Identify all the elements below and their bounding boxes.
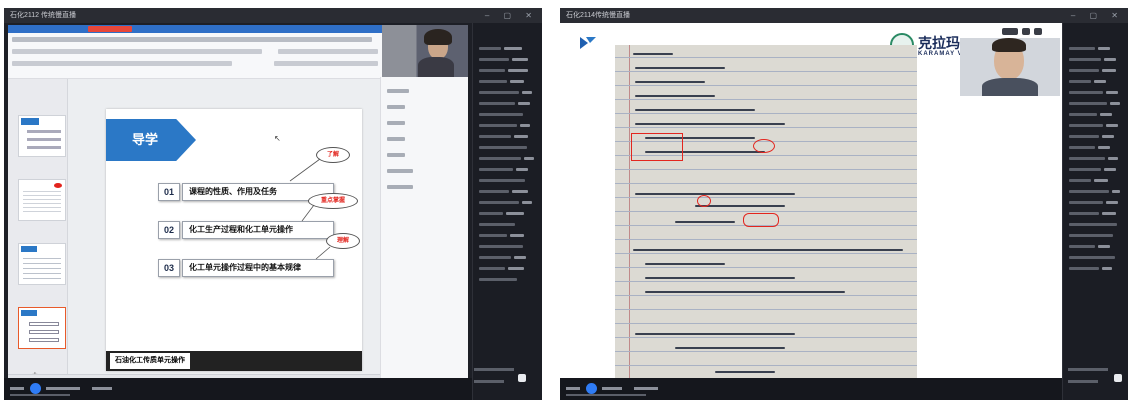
- screen-share-ppt: + 导学 01 课程的性质、作用及任务 02 化工生产过程和化工单元操作 03 …: [8, 25, 384, 386]
- chat-panel: [1062, 23, 1128, 400]
- ribbon-labels-row-2: [274, 61, 378, 66]
- bottom-toolbar: [560, 378, 1062, 400]
- chat-title-placeholder: [473, 23, 542, 37]
- user-avatar[interactable]: [585, 383, 597, 394]
- mouse-cursor-icon: ↖: [274, 134, 281, 143]
- user-avatar[interactable]: [29, 383, 41, 394]
- teacher-camera: [382, 25, 468, 77]
- window-controls[interactable]: – ▢ ✕: [485, 8, 538, 23]
- ribbon-menu-row: [12, 37, 372, 42]
- chat-title-placeholder: [1063, 23, 1128, 37]
- title-bar: 石化2114传统慢直播: [560, 8, 1128, 23]
- red-annotation-circle: [753, 139, 775, 153]
- live-window-right: 石化2114传统慢直播 – ▢ ✕ 克拉玛 KARAMAY VOC: [560, 8, 1128, 400]
- bottom-toolbar: [4, 378, 472, 400]
- callout-connector-lines: [289, 158, 331, 260]
- window-title: 石化2112 传统慢直播: [10, 12, 76, 19]
- ribbon-tools-row-2: [278, 49, 378, 54]
- ppt-side-pane: [380, 77, 468, 386]
- title-bar: 石化2112 传统慢直播: [4, 8, 542, 23]
- red-annotation-circle: [697, 195, 711, 207]
- red-annotation-box: [743, 213, 779, 227]
- camera-more-button[interactable]: [1034, 28, 1042, 35]
- slide-thumbnail[interactable]: [18, 179, 66, 221]
- slide-footer-label: 石油化工传质单元操作: [110, 353, 190, 369]
- window-controls[interactable]: – ▢ ✕: [1071, 8, 1124, 23]
- slide-thumbnail[interactable]: [18, 115, 66, 157]
- live-window-left: 石化2112 传统慢直播 – ▢ ✕ 导学 01 课程的性质、作用及任务 02 …: [4, 8, 542, 400]
- current-slide: 导学 01 课程的性质、作用及任务 02 化工生产过程和化工单元操作 03 化工…: [106, 109, 362, 371]
- window-title: 石化2114传统慢直播: [566, 12, 631, 19]
- red-annotation-box: [631, 133, 683, 161]
- ppt-ribbon: [8, 25, 384, 79]
- school-logo-mark-left: [578, 35, 598, 51]
- camera-toggle-button[interactable]: [1002, 28, 1018, 35]
- ppt-doc-tab[interactable]: [88, 26, 132, 32]
- school-logo-text: 克拉玛: [918, 37, 960, 52]
- chat-panel: [472, 23, 542, 400]
- teacher-camera: [960, 38, 1060, 96]
- slide-stage: 导学 01 课程的性质、作用及任务 02 化工生产过程和化工单元操作 03 化工…: [68, 79, 384, 374]
- camera-expand-button[interactable]: [1022, 28, 1030, 35]
- ppt-tab-strip: [8, 25, 384, 33]
- slide-thumbnail-pane: +: [8, 79, 68, 381]
- send-button[interactable]: [1114, 374, 1122, 382]
- send-button[interactable]: [518, 374, 526, 382]
- ribbon-labels-row: [12, 61, 232, 66]
- slide-thumbnail-selected[interactable]: [18, 307, 66, 349]
- ribbon-tools-row: [12, 49, 262, 54]
- handwritten-notes-photo: [615, 45, 917, 381]
- slide-footer-bar: 石油化工传质单元操作: [106, 351, 362, 371]
- slide-thumbnail[interactable]: [18, 243, 66, 285]
